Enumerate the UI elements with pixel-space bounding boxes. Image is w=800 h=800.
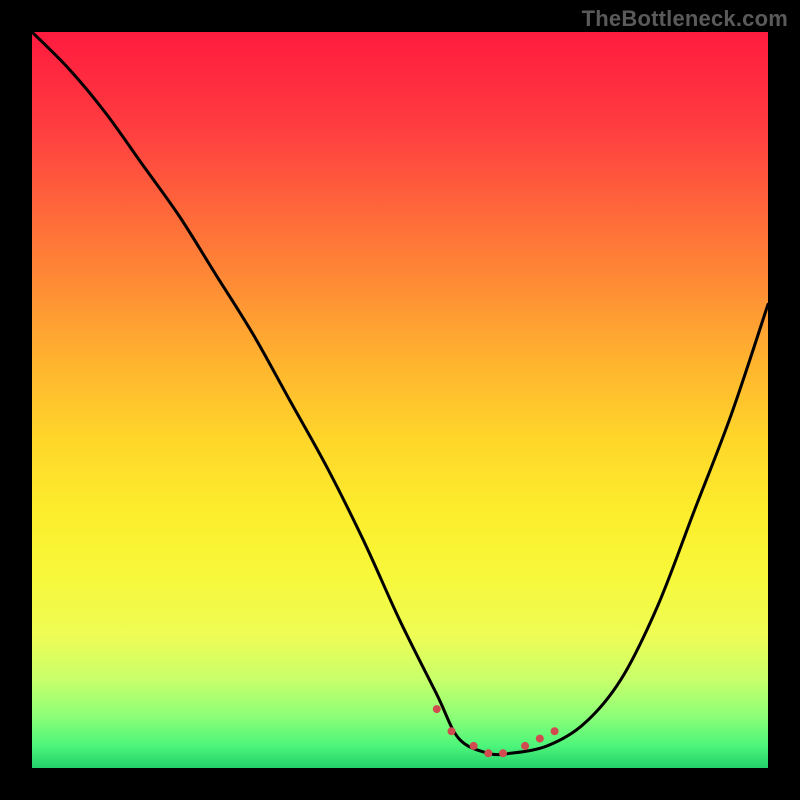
chart-overlay bbox=[32, 32, 768, 768]
marker-point bbox=[448, 727, 456, 735]
watermark-text: TheBottleneck.com bbox=[582, 6, 788, 32]
marker-point bbox=[470, 742, 478, 750]
chart-canvas: TheBottleneck.com bbox=[0, 0, 800, 800]
marker-point bbox=[551, 727, 559, 735]
marker-point bbox=[521, 742, 529, 750]
plot-area bbox=[32, 32, 768, 768]
marker-point bbox=[536, 735, 544, 743]
marker-point bbox=[433, 705, 441, 713]
marker-point bbox=[484, 749, 492, 757]
marker-point bbox=[499, 749, 507, 757]
bottleneck-curve-path bbox=[32, 32, 768, 755]
